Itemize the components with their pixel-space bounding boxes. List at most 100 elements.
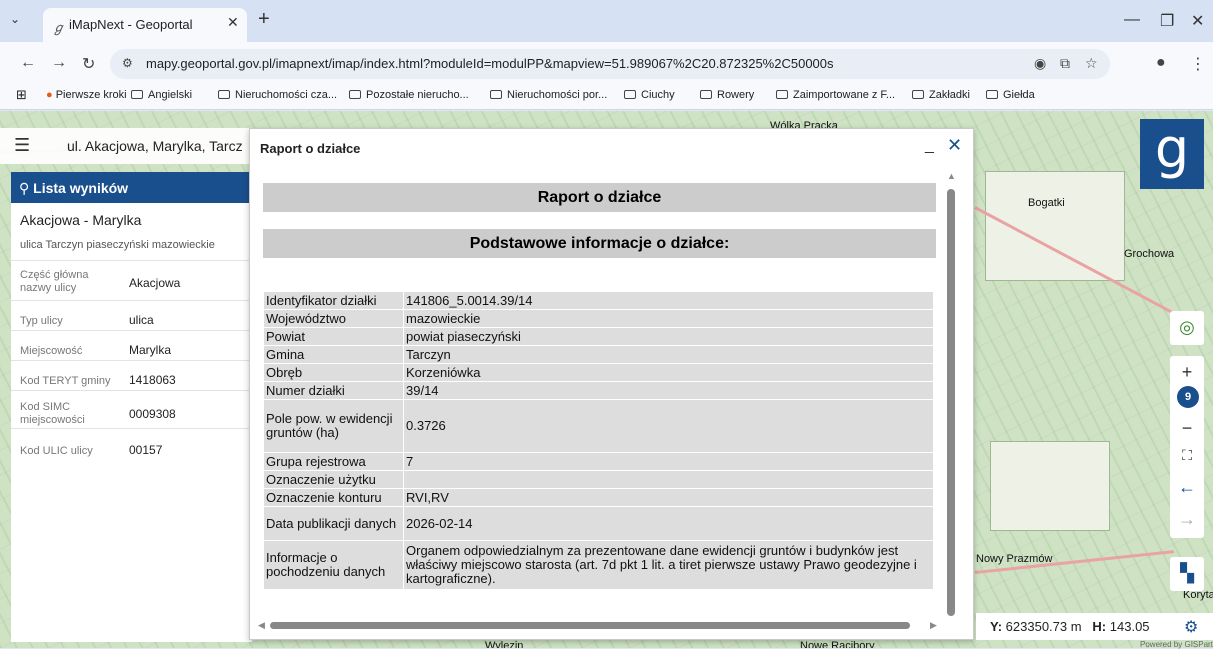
close-icon[interactable]: ✕ <box>947 135 962 156</box>
apps-grid-icon[interactable]: ⊞ <box>16 87 27 103</box>
table-row: Oznaczenie konturu RVI,RV <box>264 489 933 506</box>
report-heading: Raport o działce <box>263 183 936 212</box>
bookmark-item[interactable]: Angielski <box>131 89 192 101</box>
table-value <box>404 471 933 488</box>
bookmark-item[interactable]: Zakładki <box>912 89 970 101</box>
firefox-icon: ● <box>46 89 53 101</box>
tab-close-icon[interactable]: ✕ <box>227 14 239 31</box>
bookmark-item[interactable]: Rowery <box>700 89 754 101</box>
minimize-icon[interactable]: _ <box>925 137 934 155</box>
parcel-report-dialog: Raport o działce _ ✕ Raport o działce Po… <box>249 128 974 640</box>
map-place-label: Wylezin <box>485 640 524 648</box>
attribute-row: Kod TERYT gminy 1418063 <box>11 360 252 390</box>
search-query[interactable]: ul. Akacjowa, Marylka, Tarcz <box>67 138 243 154</box>
hamburger-menu-icon[interactable]: ☰ <box>14 135 30 156</box>
bookmark-item[interactable]: ● Pierwsze kroki <box>46 89 127 101</box>
bookmark-item[interactable]: Nieruchomości cza... <box>218 89 337 101</box>
forward-icon[interactable]: → <box>51 54 67 72</box>
result-subtitle: ulica Tarczyn piaseczyński mazowieckie <box>20 239 215 251</box>
tab-strip: ⌄ ℊ iMapNext - Geoportal ✕ + — ❐ ✕ <box>0 0 1213 42</box>
table-key: Informacje o pochodzeniu danych <box>264 541 403 589</box>
bookmark-item[interactable]: Giełda <box>986 89 1035 101</box>
cast-icon[interactable]: ⧉ <box>1060 55 1070 72</box>
folder-icon <box>349 90 361 99</box>
back-icon[interactable]: ← <box>20 54 36 72</box>
table-row: Powiat powiat piaseczyński <box>264 328 933 345</box>
location-icon[interactable]: ◉ <box>1034 55 1046 72</box>
results-panel: ⚲ Lista wyników Akacjowa - Marylka ulica… <box>11 172 252 642</box>
coords-h-label: H: <box>1092 619 1107 634</box>
url-text[interactable]: mapy.geoportal.gov.pl/imapnext/imap/inde… <box>146 56 834 71</box>
next-view-icon[interactable]: → <box>1170 504 1204 534</box>
minimize-window-icon[interactable]: — <box>1124 11 1140 29</box>
scroll-up-icon[interactable]: ▲ <box>947 171 956 181</box>
locate-me-icon[interactable]: ◎ <box>1170 311 1204 345</box>
attribute-row: Kod ULIC ulicy 00157 <box>11 428 252 458</box>
coords-y-value: 623350.73 m <box>1005 619 1082 634</box>
coordinates-readout: Y: 623350.73 m H: 143.05 ⚙ <box>976 613 1213 640</box>
table-row: Województwo mazowieckie <box>264 310 933 327</box>
scroll-left-icon[interactable]: ◀ <box>258 620 265 631</box>
table-value: Tarczyn <box>404 346 933 363</box>
layers-icon[interactable]: ▚ <box>1170 557 1204 591</box>
restore-window-icon[interactable]: ❐ <box>1160 11 1174 31</box>
bookmarks-bar: ⊞ ● Pierwsze kroki Angielski Nieruchomoś… <box>0 84 1213 110</box>
table-key: Pole pow. w ewidencji gruntów (ha) <box>264 400 403 452</box>
result-name[interactable]: Akacjowa - Marylka <box>20 212 141 228</box>
browser-tab[interactable]: ℊ iMapNext - Geoportal ✕ <box>43 8 247 42</box>
table-row: Grupa rejestrowa 7 <box>264 453 933 470</box>
attribute-row: Kod SIMC miejscowości 0009308 <box>11 390 252 428</box>
profile-avatar[interactable]: ● <box>1156 54 1166 72</box>
attribute-value: 00157 <box>129 443 163 457</box>
previous-view-icon[interactable]: ← <box>1170 470 1204 504</box>
map-place-label: Nowy Prazmów <box>976 553 1053 565</box>
table-row: Data publikacji danych 2026-02-14 <box>264 507 933 540</box>
bookmark-star-icon[interactable]: ☆ <box>1085 55 1098 72</box>
bookmark-item[interactable]: Pozostałe nierucho... <box>349 89 469 101</box>
bookmark-item[interactable]: Ciuchy <box>624 89 675 101</box>
bookmark-item[interactable]: Nieruchomości por... <box>490 89 607 101</box>
folder-icon <box>776 90 788 99</box>
scroll-right-icon[interactable]: ▶ <box>930 620 937 631</box>
attribute-row: Typ ulicy ulica <box>11 300 252 330</box>
attribute-value: Akacjowa <box>129 276 181 290</box>
tab-list-icon[interactable]: ⌄ <box>10 12 20 26</box>
address-bar[interactable]: ⚙ mapy.geoportal.gov.pl/imapnext/imap/in… <box>110 49 1110 79</box>
table-row: Pole pow. w ewidencji gruntów (ha) 0.3726 <box>264 400 933 452</box>
report-section-heading: Podstawowe informacje o działce: <box>263 229 936 258</box>
site-info-icon[interactable]: ⚙ <box>122 56 133 70</box>
menu-dots-icon[interactable]: ⋮ <box>1190 54 1206 74</box>
table-key: Gmina <box>264 346 403 363</box>
attribute-value: 1418063 <box>129 373 176 387</box>
table-value: powiat piaseczyński <box>404 328 933 345</box>
search-bar[interactable]: ☰ ul. Akacjowa, Marylka, Tarcz <box>0 128 252 164</box>
reload-icon[interactable]: ↻ <box>82 54 95 74</box>
browser-toolbar: ← → ↻ ⚙ mapy.geoportal.gov.pl/imapnext/i… <box>0 42 1213 84</box>
zoom-in-icon[interactable]: + <box>1182 362 1193 382</box>
navigation-control: ⛶ ← → <box>1170 440 1204 538</box>
folder-icon <box>986 90 998 99</box>
horizontal-scrollbar[interactable] <box>270 622 910 629</box>
fullscreen-icon[interactable]: ⛶ <box>1170 440 1204 470</box>
close-window-icon[interactable]: ✕ <box>1191 11 1204 31</box>
map-place-label: Nowe Racibory <box>800 640 875 648</box>
table-value: 0.3726 <box>404 400 933 452</box>
attribute-label: Kod TERYT gminy <box>20 375 111 387</box>
new-tab-icon[interactable]: + <box>258 9 270 29</box>
attribute-label: Miejscowość <box>20 345 83 357</box>
vertical-scrollbar[interactable] <box>947 189 955 616</box>
scroll-down-icon[interactable]: ▼ <box>947 605 956 615</box>
table-value: 2026-02-14 <box>404 507 933 540</box>
dialog-title: Raport o działce <box>260 141 361 156</box>
folder-icon <box>218 90 230 99</box>
table-key: Obręb <box>264 364 403 381</box>
bookmark-item[interactable]: Zaimportowane z F... <box>776 89 895 101</box>
attribute-label: Część główna nazwy ulicy <box>20 269 89 294</box>
settings-gear-icon[interactable]: ⚙ <box>1184 617 1198 637</box>
table-key: Identyfikator działki <box>264 292 403 309</box>
results-header-label: Lista wyników <box>33 180 129 196</box>
map-field <box>990 441 1110 531</box>
table-key: Oznaczenie użytku <box>264 471 403 488</box>
geoportal-logo: g <box>1140 119 1204 189</box>
attribute-label: Kod SIMC miejscowości <box>20 401 85 426</box>
